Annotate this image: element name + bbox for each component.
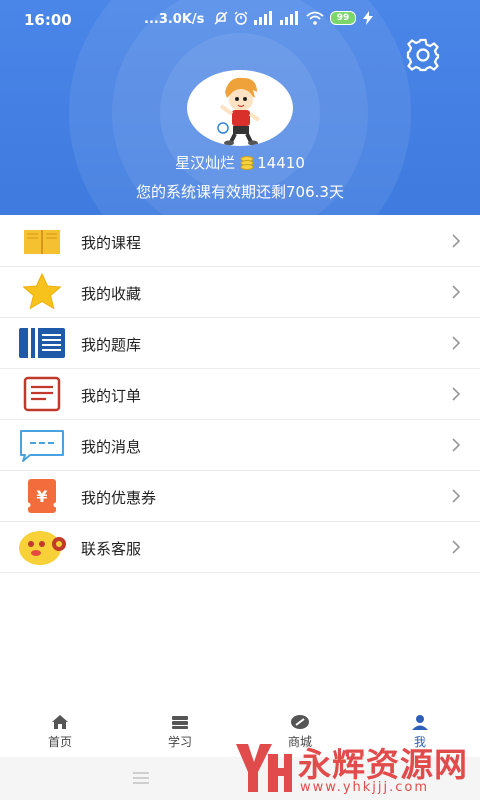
chevron-right-icon	[452, 336, 461, 350]
watermark-text: 永辉资源网	[298, 745, 468, 784]
menu-item-my-orders[interactable]: 我的订单	[0, 369, 480, 420]
profile-header: 16:00 ...3.0K/s 99 星汉灿烂 14410 您的系统课有效期还剩…	[0, 0, 480, 215]
message-icon	[20, 430, 64, 462]
order-icon	[23, 376, 61, 412]
status-time: 16:00	[24, 11, 72, 29]
chevron-right-icon	[452, 387, 461, 401]
menu-item-my-courses[interactable]: 我的课程	[0, 216, 480, 267]
course-validity-text: 您的系统课有效期还剩706.3天	[136, 183, 344, 201]
study-icon	[172, 716, 188, 729]
signal-icon	[280, 11, 298, 25]
tab-label: 首页	[47, 735, 72, 749]
menu-label: 我的优惠券	[81, 489, 157, 507]
menu-item-my-favorites[interactable]: 我的收藏	[0, 267, 480, 318]
tab-label: 学习	[167, 735, 192, 749]
menu-item-my-messages[interactable]: 我的消息	[0, 420, 480, 471]
chevron-right-icon	[452, 234, 461, 248]
menu-label: 我的题库	[81, 336, 142, 354]
settings-gear-icon[interactable]	[404, 36, 442, 74]
customer-service-icon	[19, 531, 66, 565]
network-speed: ...3.0K/s	[144, 12, 205, 27]
menu-label: 我的收藏	[81, 285, 142, 303]
watermark-logo-icon	[236, 744, 292, 792]
question-bank-icon	[19, 328, 65, 358]
chevron-right-icon	[452, 285, 461, 299]
svg-text:¥: ¥	[36, 487, 47, 506]
coin-count: 14410	[257, 154, 305, 172]
coupon-icon: ¥	[25, 479, 59, 513]
menu-item-customer-service[interactable]: 联系客服	[0, 522, 480, 573]
battery-level: 99	[330, 11, 356, 25]
avatar[interactable]	[187, 70, 293, 146]
username: 星汉灿烂	[175, 154, 236, 172]
star-icon	[23, 273, 61, 309]
chevron-right-icon	[452, 438, 461, 452]
profile-icon	[412, 715, 428, 730]
status-icons: 99	[214, 11, 374, 25]
tab-study[interactable]: 学习	[120, 705, 240, 757]
menu-label: 我的订单	[81, 387, 142, 405]
wifi-icon	[306, 11, 324, 25]
cartoon-boy-avatar-icon	[217, 77, 261, 146]
menu-label: 我的消息	[81, 438, 142, 456]
menu-item-my-coupons[interactable]: ¥ 我的优惠券	[0, 471, 480, 522]
menu-icon[interactable]	[132, 771, 150, 785]
chevron-right-icon	[452, 540, 461, 554]
username-row: 星汉灿烂 14410	[0, 152, 480, 173]
menu-item-my-question-bank[interactable]: 我的题库	[0, 318, 480, 369]
home-icon	[52, 715, 68, 729]
tab-home[interactable]: 首页	[0, 705, 120, 757]
watermark: 永辉资源网 www.yhkjjj.com	[232, 736, 480, 800]
book-icon	[24, 230, 60, 254]
charging-icon	[363, 11, 373, 25]
watermark-url: www.yhkjjj.com	[300, 780, 430, 795]
mute-icon	[214, 11, 228, 25]
signal-icon	[254, 11, 272, 25]
menu-label: 联系客服	[81, 540, 142, 558]
alarm-icon	[234, 11, 248, 25]
chevron-right-icon	[452, 489, 461, 503]
status-bar: 16:00 ...3.0K/s 99	[0, 0, 480, 40]
profile-menu: 我的课程 我的收藏 我的题库 我的订单 我的消息 ¥ 我的优惠券 联系客服	[0, 216, 480, 573]
menu-label: 我的课程	[81, 234, 142, 252]
coin-stack-icon	[240, 156, 254, 170]
mall-icon	[291, 715, 309, 729]
